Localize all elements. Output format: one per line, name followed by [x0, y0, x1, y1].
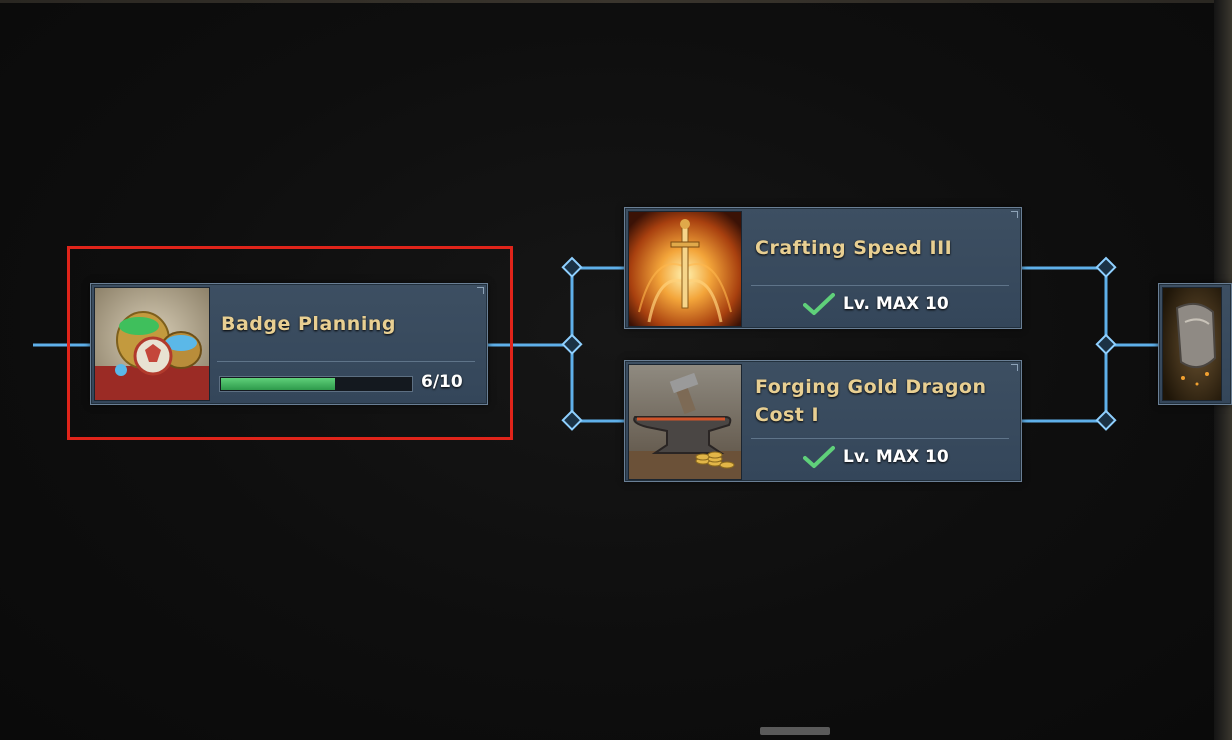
skill-title: Forging Gold Dragon Cost I: [755, 376, 987, 426]
skill-node-crafting-speed[interactable]: Crafting Speed III Lv. MAX 10: [624, 207, 1022, 329]
skill-status: Lv. MAX 10: [803, 445, 949, 469]
checkmark-icon: [803, 446, 835, 468]
junction-diamond: [561, 256, 583, 278]
card-divider: [751, 438, 1009, 439]
armor-partial-icon: [1162, 287, 1222, 401]
skill-status: Lv. MAX 10: [803, 292, 949, 316]
card-divider: [751, 285, 1009, 286]
selected-node-highlight: [67, 246, 513, 440]
junction-diamond: [1095, 333, 1117, 355]
skill-status-label: Lv. MAX 10: [843, 294, 949, 314]
skill-node-forging-gold-dragon-cost[interactable]: Forging Gold Dragon Cost I Lv. MAX 10: [624, 360, 1022, 482]
junction-diamond: [1095, 256, 1117, 278]
skill-title: Crafting Speed III: [755, 237, 953, 259]
card-corner-ornament: [1011, 211, 1018, 218]
skill-status-label: Lv. MAX 10: [843, 447, 949, 467]
junction-diamond: [1095, 409, 1117, 431]
glowing-sword-icon: [628, 211, 742, 327]
scroll-handle[interactable]: [760, 727, 830, 735]
skill-node-next[interactable]: [1158, 283, 1232, 405]
junction-diamond: [561, 409, 583, 431]
checkmark-icon: [803, 293, 835, 315]
skill-tree-canvas[interactable]: Badge Planning 6/10 Crafting Speed III L…: [0, 0, 1232, 740]
anvil-gold-icon: [628, 364, 742, 480]
junction-diamond: [561, 333, 583, 355]
card-corner-ornament: [1011, 364, 1018, 371]
